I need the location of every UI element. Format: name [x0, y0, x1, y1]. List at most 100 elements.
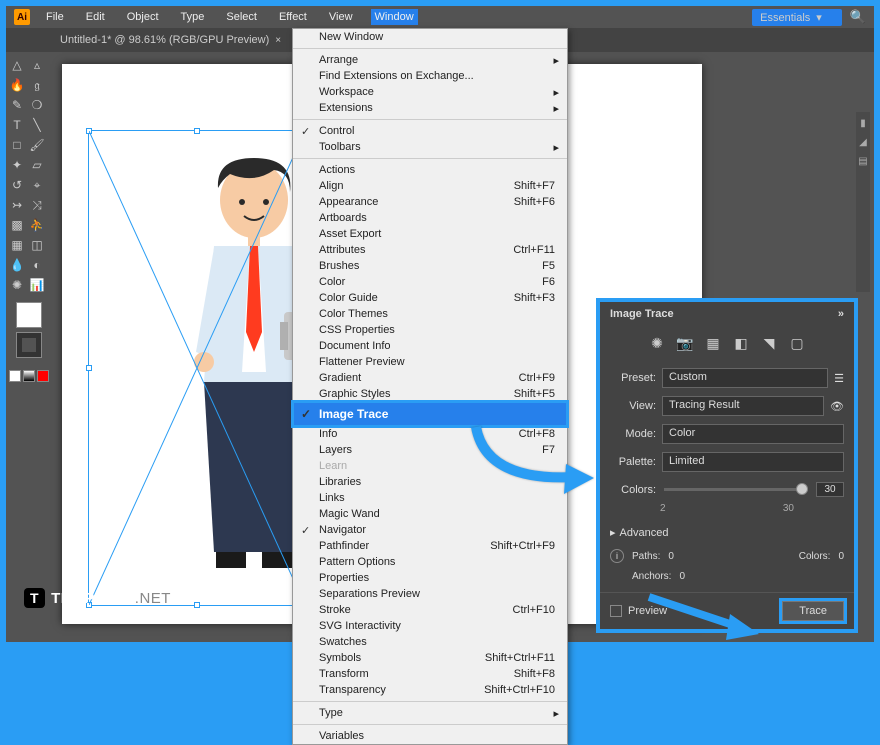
colors-value[interactable]: 30 — [816, 482, 844, 497]
menu-symbols[interactable]: SymbolsShift+Ctrl+F11 — [293, 650, 567, 666]
magic-wand-tool[interactable]: 🔥 — [8, 76, 26, 94]
menu-pattern-options[interactable]: Pattern Options — [293, 554, 567, 570]
mode-none[interactable] — [37, 370, 49, 382]
checkbox-icon[interactable] — [610, 605, 622, 617]
shape-builder-tool[interactable]: ▩ — [8, 216, 26, 234]
menu-object[interactable]: Object — [123, 9, 163, 25]
menu-edit[interactable]: Edit — [82, 9, 109, 25]
preset-outline-icon[interactable]: ▢ — [788, 334, 806, 352]
preset-auto-icon[interactable]: ✺ — [648, 334, 666, 352]
width-tool[interactable]: ↣ — [8, 196, 26, 214]
menu-separations-preview[interactable]: Separations Preview — [293, 586, 567, 602]
menu-find-extensions[interactable]: Find Extensions on Exchange... — [293, 68, 567, 84]
strip-icon[interactable]: ◢ — [859, 137, 867, 148]
menu-css-properties[interactable]: CSS Properties — [293, 322, 567, 338]
menu-color-guide[interactable]: Color GuideShift+F3 — [293, 290, 567, 306]
curvature-tool[interactable]: ❍ — [28, 96, 46, 114]
menu-view[interactable]: View — [325, 9, 357, 25]
slider-knob[interactable] — [796, 483, 808, 495]
preset-menu-icon[interactable]: ☰ — [834, 372, 844, 385]
preset-lowcolor-icon[interactable]: ▦ — [704, 334, 722, 352]
stroke-color[interactable] — [16, 332, 42, 358]
menu-navigator[interactable]: Navigator — [293, 522, 567, 538]
trace-button[interactable]: Trace — [782, 601, 844, 621]
menu-attributes[interactable]: AttributesCtrl+F11 — [293, 242, 567, 258]
mesh-tool[interactable]: ▦ — [8, 236, 26, 254]
menu-color[interactable]: ColorF6 — [293, 274, 567, 290]
line-tool[interactable]: ╲ — [28, 116, 46, 134]
advanced-toggle[interactable]: Advanced — [600, 520, 854, 545]
shaper-tool[interactable]: ✦ — [8, 156, 26, 174]
menu-align[interactable]: AlignShift+F7 — [293, 178, 567, 194]
perspective-tool[interactable]: ⛹ — [28, 216, 46, 234]
panel-title: Image Trace — [610, 308, 674, 320]
selection-tool[interactable]: △ — [8, 56, 26, 74]
preset-select[interactable]: Custom — [662, 368, 828, 388]
menu-appearance[interactable]: AppearanceShift+F6 — [293, 194, 567, 210]
strip-icon[interactable]: ▤ — [858, 156, 867, 167]
palette-select[interactable]: Limited — [662, 452, 844, 472]
free-transform-tool[interactable]: ⤨ — [28, 196, 46, 214]
view-select[interactable]: Tracing Result — [662, 396, 824, 416]
eyedropper-tool[interactable]: 💧 — [8, 256, 26, 274]
close-tab-icon[interactable]: × — [275, 35, 281, 46]
strip-icon[interactable]: ▮ — [860, 118, 866, 129]
menu-file[interactable]: File — [42, 9, 68, 25]
menu-document-info[interactable]: Document Info — [293, 338, 567, 354]
preset-bw-icon[interactable]: ◥ — [760, 334, 778, 352]
menu-select[interactable]: Select — [222, 9, 261, 25]
menu-effect[interactable]: Effect — [275, 9, 311, 25]
menu-actions[interactable]: Actions — [293, 162, 567, 178]
mode-gradient[interactable] — [23, 370, 35, 382]
menu-gradient[interactable]: GradientCtrl+F9 — [293, 370, 567, 386]
menu-asset-export[interactable]: Asset Export — [293, 226, 567, 242]
menu-pathfinder[interactable]: PathfinderShift+Ctrl+F9 — [293, 538, 567, 554]
menu-new-window[interactable]: New Window — [293, 29, 567, 45]
pen-tool[interactable]: ✎ — [8, 96, 26, 114]
menu-variables[interactable]: Variables — [293, 728, 567, 744]
search-icon[interactable]: 🔍 — [850, 9, 866, 25]
menu-stroke[interactable]: StrokeCtrl+F10 — [293, 602, 567, 618]
menu-arrange[interactable]: Arrange — [293, 52, 567, 68]
colors-slider[interactable] — [664, 488, 808, 491]
menu-workspace[interactable]: Workspace — [293, 84, 567, 100]
blend-tool[interactable]: ◐ — [28, 256, 46, 274]
mode-color[interactable] — [9, 370, 21, 382]
menu-window[interactable]: Window — [371, 9, 418, 25]
symbol-sprayer-tool[interactable]: ✺ — [8, 276, 26, 294]
preset-grayscale-icon[interactable]: ◧ — [732, 334, 750, 352]
mode-select[interactable]: Color — [662, 424, 844, 444]
rotate-tool[interactable]: ↺ — [8, 176, 26, 194]
type-tool[interactable]: T — [8, 116, 26, 134]
eye-icon[interactable]: 👁 — [830, 400, 844, 413]
paintbrush-tool[interactable]: 🖌 — [28, 136, 46, 154]
scale-tool[interactable]: ⌖ — [28, 176, 46, 194]
column-graph-tool[interactable]: 📊 — [28, 276, 46, 294]
menu-transparency[interactable]: TransparencyShift+Ctrl+F10 — [293, 682, 567, 698]
direct-selection-tool[interactable]: ▵ — [28, 56, 46, 74]
menu-brushes[interactable]: BrushesF5 — [293, 258, 567, 274]
menu-properties[interactable]: Properties — [293, 570, 567, 586]
menu-magic-wand[interactable]: Magic Wand — [293, 506, 567, 522]
menu-artboards[interactable]: Artboards — [293, 210, 567, 226]
menu-toolbars[interactable]: Toolbars — [293, 139, 567, 155]
fill-color[interactable] — [16, 302, 42, 328]
menu-extensions[interactable]: Extensions — [293, 100, 567, 116]
preset-photo-icon[interactable]: 📷 — [676, 334, 694, 352]
menu-flattener-preview[interactable]: Flattener Preview — [293, 354, 567, 370]
lasso-tool[interactable]: 𝔤 — [28, 76, 46, 94]
document-tab[interactable]: Untitled-1* @ 98.61% (RGB/GPU Preview) × — [50, 30, 291, 50]
menu-graphic-styles[interactable]: Graphic StylesShift+F5 — [293, 386, 567, 402]
menu-color-themes[interactable]: Color Themes — [293, 306, 567, 322]
workspace-switcher[interactable]: Essentials — [752, 9, 842, 26]
eraser-tool[interactable]: ▱ — [28, 156, 46, 174]
menu-svg-interactivity[interactable]: SVG Interactivity — [293, 618, 567, 634]
rectangle-tool[interactable]: □ — [8, 136, 26, 154]
gradient-tool[interactable]: ◫ — [28, 236, 46, 254]
collapse-icon[interactable]: » — [838, 308, 844, 320]
menu-type[interactable]: Type — [177, 9, 209, 25]
panel-header[interactable]: Image Trace » — [600, 302, 854, 326]
menu-type-sub[interactable]: Type — [293, 705, 567, 721]
menu-control[interactable]: Control — [293, 123, 567, 139]
menu-transform[interactable]: TransformShift+F8 — [293, 666, 567, 682]
